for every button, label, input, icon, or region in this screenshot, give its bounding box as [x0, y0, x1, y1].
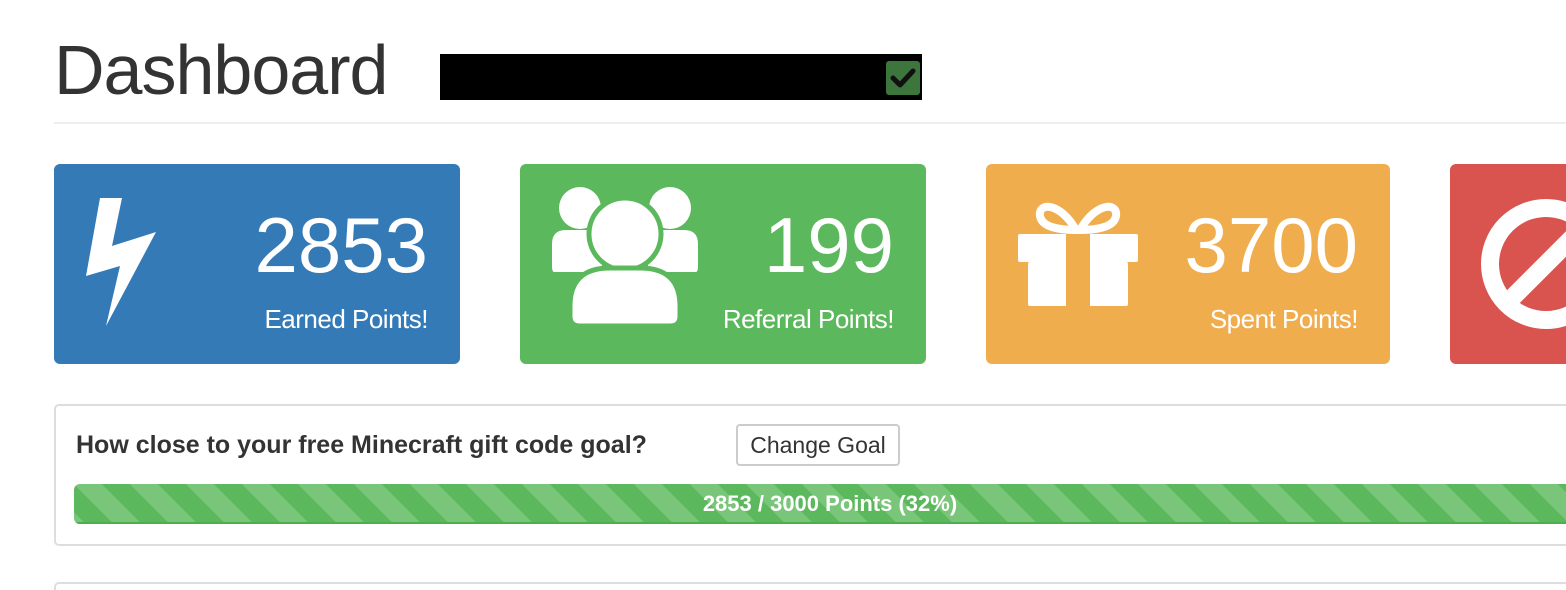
users-icon [548, 186, 704, 333]
change-goal-button[interactable]: Change Goal [736, 424, 900, 466]
goal-panel: How close to your free Minecraft gift co… [54, 404, 1566, 546]
spent-points-label: Spent Points! [1209, 304, 1359, 334]
bolt-icon [84, 194, 158, 333]
spent-points-value: 3700 [1184, 201, 1358, 289]
spent-points-panel: 3700 Spent Points! [986, 164, 1390, 364]
goal-progress-bar: 2853 / 3000 Points (32%) [74, 484, 1566, 524]
gift-icon [1016, 200, 1140, 313]
page-header: Dashboard [54, 22, 1566, 124]
ban-icon [1480, 198, 1566, 335]
referral-points-value: 199 [763, 201, 894, 289]
earned-points-label: Earned Points! [264, 304, 428, 334]
referral-points-label: Referral Points! [722, 304, 895, 334]
page-title: Dashboard [54, 31, 388, 109]
earned-points-panel: 2853 Earned Points! [54, 164, 460, 364]
redacted-username [440, 54, 922, 100]
blocked-points-panel [1450, 164, 1566, 364]
goal-question: How close to your free Minecraft gift co… [76, 431, 647, 459]
dashboard-page: Dashboard 2853 Earned Points! 199 Referr… [0, 0, 1566, 590]
goal-progress-text: 2853 / 3000 Points (32%) [702, 491, 958, 516]
earned-points-value: 2853 [254, 201, 428, 289]
referral-points-panel: 199 Referral Points! [520, 164, 926, 364]
check-square-icon [886, 61, 920, 95]
next-panel [54, 582, 1566, 590]
